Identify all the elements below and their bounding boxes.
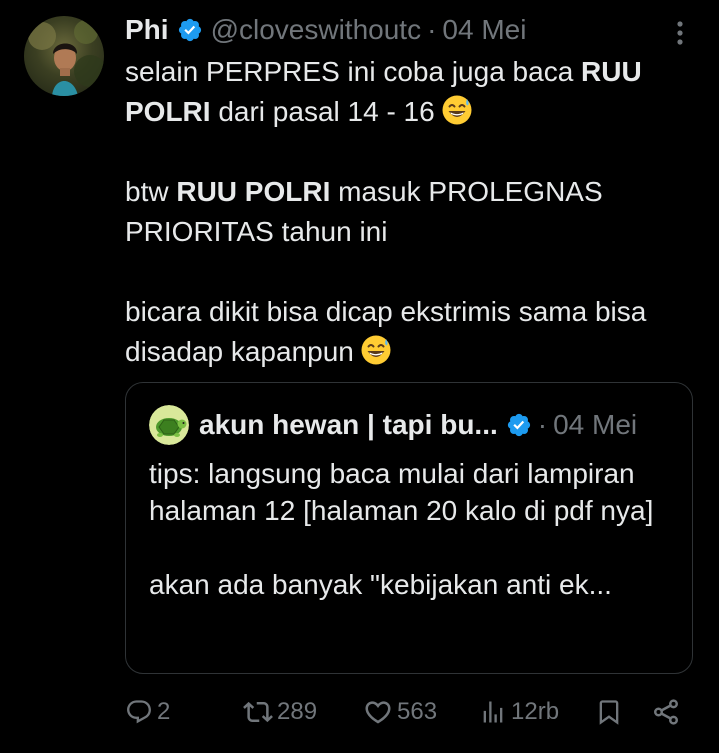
like-count: 563 xyxy=(397,698,438,725)
reply-count: 2 xyxy=(157,698,171,725)
separator-dot: · xyxy=(537,409,548,440)
author-display-name[interactable]: Phi xyxy=(125,14,169,46)
tweet-text: selain PERPRES ini coba juga baca RUU PO… xyxy=(125,52,695,372)
tweet-paragraph: selain PERPRES ini coba juga baca RUU PO… xyxy=(125,52,695,132)
author-handle[interactable]: @cloveswithoutc xyxy=(211,14,422,46)
bookmark-icon xyxy=(595,698,623,726)
quoted-author-display-name[interactable]: akun hewan | tapi bu... xyxy=(199,409,498,441)
share-button[interactable] xyxy=(651,694,681,730)
text-segment: selain PERPRES ini coba juga baca xyxy=(125,56,582,87)
views-count: 12rb xyxy=(511,698,560,725)
text-segment: btw xyxy=(125,176,177,207)
quoted-tweet-header: akun hewan | tapi bu... · 04 Mei xyxy=(149,405,637,445)
like-button[interactable]: 563 xyxy=(363,694,437,730)
tweet[interactable]: Phi @cloveswithoutc · 04 Mei selain PERP… xyxy=(0,0,719,753)
reply-button[interactable]: 2 xyxy=(125,694,170,730)
more-options-icon[interactable] xyxy=(670,16,690,50)
views-button[interactable]: 12rb xyxy=(479,694,559,730)
share-icon xyxy=(651,697,681,727)
action-bar: 2 289 563 12rb xyxy=(125,694,695,730)
like-icon xyxy=(363,697,393,727)
text-segment: dari pasal 14 - 16 xyxy=(210,96,435,127)
grinning-face-with-sweat-icon xyxy=(360,334,392,366)
tweet-paragraph: btw RUU POLRI masuk PROLEGNAS PRIORITAS … xyxy=(125,172,695,252)
bookmark-button[interactable] xyxy=(595,694,623,730)
author-avatar[interactable] xyxy=(24,16,104,96)
tweet-paragraph: bicara dikit bisa dicap ekstrimis sama b… xyxy=(125,292,695,372)
tweet-header: Phi @cloveswithoutc · 04 Mei xyxy=(125,12,526,48)
retweet-icon xyxy=(243,697,273,727)
quoted-paragraph: akan ada banyak "kebijakan anti ek... xyxy=(149,569,612,600)
turtle-icon[interactable] xyxy=(149,405,189,445)
reply-icon xyxy=(125,698,153,726)
quoted-paragraph: tips: langsung baca mulai dari lampiran … xyxy=(149,458,654,526)
tweet-date[interactable]: 04 Mei xyxy=(442,14,526,46)
quoted-tweet-text: tips: langsung baca mulai dari lampiran … xyxy=(149,455,669,603)
retweet-count: 289 xyxy=(277,698,318,725)
separator-dot: · xyxy=(427,14,437,45)
quoted-tweet-date[interactable]: 04 Mei xyxy=(553,409,637,441)
retweet-button[interactable]: 289 xyxy=(243,694,317,730)
quoted-tweet[interactable]: akun hewan | tapi bu... · 04 Mei tips: l… xyxy=(125,382,693,674)
verified-badge-icon xyxy=(177,17,203,43)
grinning-face-with-sweat-icon xyxy=(441,94,473,126)
bold-text-segment: RUU POLRI xyxy=(176,176,331,207)
views-icon xyxy=(479,698,507,726)
verified-badge-icon xyxy=(506,412,532,438)
